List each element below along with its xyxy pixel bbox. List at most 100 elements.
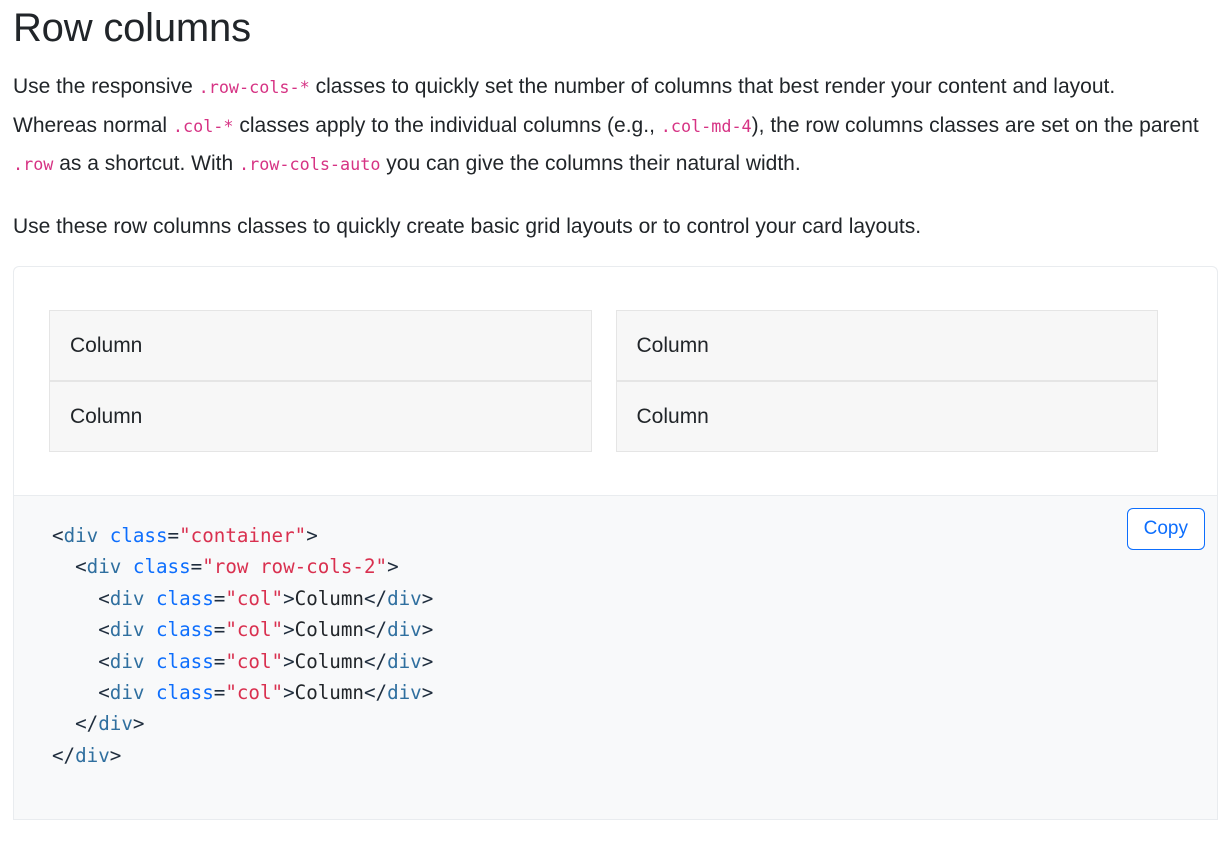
secondary-paragraph: Use these row columns classes to quickly… — [0, 208, 1219, 246]
code-token-text — [144, 587, 156, 610]
demo-column-label: Column — [49, 310, 592, 381]
code-token-eq: = — [214, 681, 226, 704]
code-token-punct: > — [387, 555, 399, 578]
paragraph-segment: classes apply to the individual columns … — [234, 114, 661, 137]
code-token-val: "container" — [179, 524, 306, 547]
code-token-attr: class — [156, 587, 214, 610]
copy-button[interactable]: Copy — [1127, 508, 1205, 550]
code-token-tag: div — [75, 744, 110, 767]
code-token-eq: = — [214, 587, 226, 610]
code-token-punct: < — [52, 524, 64, 547]
docs-page: Row columns Use the responsive .row-cols… — [0, 0, 1219, 845]
code-token-punct: > — [283, 681, 295, 704]
code-token-text — [98, 524, 110, 547]
inline-code-row-cols-star: .row-cols-* — [199, 77, 310, 97]
code-token-eq: = — [168, 524, 180, 547]
code-token-attr: class — [133, 555, 191, 578]
code-token-tag: div — [110, 681, 145, 704]
code-line: <div class="col">Column</div> — [52, 618, 433, 641]
code-token-attr: class — [110, 524, 168, 547]
example-preview-box: ColumnColumnColumnColumn — [13, 266, 1218, 495]
code-token-punct: > — [133, 712, 145, 735]
code-token-text — [144, 618, 156, 641]
code-token-punct: </ — [364, 618, 387, 641]
code-token-attr: class — [156, 650, 214, 673]
code-line: </div> — [52, 712, 144, 735]
demo-column-label: Column — [49, 381, 592, 452]
demo-column: Column — [37, 381, 604, 452]
code-token-punct: > — [422, 650, 434, 673]
demo-column: Column — [604, 381, 1171, 452]
code-token-tag: div — [387, 681, 422, 704]
demo-row: ColumnColumnColumnColumn — [37, 310, 1170, 452]
code-line: <div class="container"> — [52, 524, 318, 547]
demo-column: Column — [604, 310, 1171, 381]
demo-column-label: Column — [616, 381, 1159, 452]
code-token-punct: > — [422, 618, 434, 641]
code-token-text: Column — [295, 618, 364, 641]
code-token-tag: div — [110, 587, 145, 610]
code-token-attr: class — [156, 618, 214, 641]
code-token-punct: > — [422, 587, 434, 610]
code-token-punct: > — [110, 744, 122, 767]
code-block-panel: Copy <div class="container"> <div class=… — [13, 495, 1218, 820]
code-token-val: "col" — [225, 587, 283, 610]
code-token-text: Column — [295, 650, 364, 673]
code-line: <div class="col">Column</div> — [52, 650, 433, 673]
code-token-punct: < — [98, 618, 110, 641]
code-token-tag: div — [110, 618, 145, 641]
code-token-tag: div — [387, 618, 422, 641]
code-token-val: "row row-cols-2" — [202, 555, 387, 578]
code-token-tag: div — [387, 650, 422, 673]
code-token-tag: div — [87, 555, 122, 578]
code-token-eq: = — [214, 618, 226, 641]
code-token-text — [144, 650, 156, 673]
paragraph-segment: as a shortcut. With — [53, 152, 239, 175]
code-token-text — [144, 681, 156, 704]
code-line: </div> — [52, 744, 121, 767]
code-snippet: <div class="container"> <div class="row … — [14, 520, 1217, 771]
code-token-punct: > — [306, 524, 318, 547]
code-token-punct: < — [98, 587, 110, 610]
code-token-tag: div — [387, 587, 422, 610]
code-token-punct: > — [283, 587, 295, 610]
demo-column: Column — [37, 310, 604, 381]
code-token-text: Column — [295, 587, 364, 610]
paragraph-segment: you can give the columns their natural w… — [380, 152, 800, 175]
inline-code-row: .row — [13, 154, 53, 174]
code-token-eq: = — [214, 650, 226, 673]
paragraph-segment: ), the row columns classes are set on th… — [752, 114, 1199, 137]
code-token-tag: div — [110, 650, 145, 673]
inline-code-row-cols-auto: .row-cols-auto — [239, 154, 380, 174]
code-token-punct: > — [422, 681, 434, 704]
intro-paragraph: Use the responsive .row-cols-* classes t… — [0, 68, 1219, 184]
code-token-punct: </ — [364, 650, 387, 673]
code-token-val: "col" — [225, 681, 283, 704]
code-token-punct: </ — [75, 712, 98, 735]
code-line: <div class="col">Column</div> — [52, 587, 433, 610]
code-token-eq: = — [191, 555, 203, 578]
code-token-attr: class — [156, 681, 214, 704]
code-token-val: "col" — [225, 650, 283, 673]
code-token-text — [121, 555, 133, 578]
inline-code-col-md-4: .col-md-4 — [661, 116, 752, 136]
code-token-punct: < — [98, 681, 110, 704]
code-token-punct: < — [98, 650, 110, 673]
code-token-punct: > — [283, 650, 295, 673]
inline-code-col-star: .col-* — [173, 116, 234, 136]
code-token-punct: < — [75, 555, 87, 578]
code-token-punct: </ — [52, 744, 75, 767]
code-token-punct: </ — [364, 681, 387, 704]
code-token-tag: div — [64, 524, 99, 547]
code-line: <div class="col">Column</div> — [52, 681, 433, 704]
code-line: <div class="row row-cols-2"> — [52, 555, 399, 578]
code-token-punct: > — [283, 618, 295, 641]
code-token-punct: </ — [364, 587, 387, 610]
code-token-tag: div — [98, 712, 133, 735]
code-token-val: "col" — [225, 618, 283, 641]
demo-column-label: Column — [616, 310, 1159, 381]
code-token-text: Column — [295, 681, 364, 704]
paragraph-segment: Use the responsive — [13, 75, 199, 98]
page-title: Row columns — [0, 0, 1219, 54]
demo-container: ColumnColumnColumnColumn — [49, 310, 1182, 452]
